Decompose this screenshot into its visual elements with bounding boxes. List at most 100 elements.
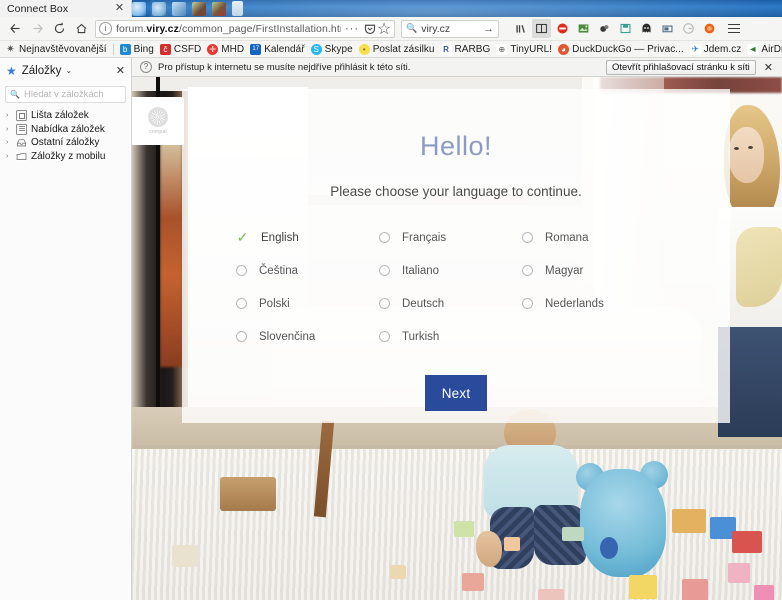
radio-icon[interactable] <box>236 331 247 342</box>
sidebar-item-mobile-bookmarks[interactable]: › Záložky z mobilu <box>4 150 131 164</box>
reader-view-icon[interactable] <box>532 19 551 38</box>
site-identity-icon[interactable]: i <box>99 22 112 35</box>
ghostery-icon[interactable] <box>637 19 656 38</box>
sidebar-item-other-bookmarks[interactable]: › Ostatní záložky <box>4 136 131 150</box>
language-label: Magyar <box>545 264 584 277</box>
page-title: Hello! <box>419 131 493 161</box>
taskbar-icon-3[interactable] <box>172 1 186 16</box>
screenshot-icon[interactable] <box>658 19 677 38</box>
jdem-icon: ✈ <box>689 43 701 55</box>
chevron-right-icon[interactable]: › <box>6 153 16 160</box>
search-icon: 🔍 <box>406 23 418 33</box>
chevron-right-icon[interactable]: › <box>6 112 16 119</box>
image-download-icon[interactable] <box>574 19 593 38</box>
bookmark-item[interactable]: S Skype <box>308 42 356 57</box>
radio-icon[interactable] <box>379 331 390 342</box>
bookmark-label: Jdem.cz <box>703 43 742 55</box>
bookmark-item[interactable]: 17 Kalendář <box>247 42 307 57</box>
other-bookmarks-icon <box>16 137 27 149</box>
sidebar-item-bookmarks-menu[interactable]: › Nabídka záložek <box>4 123 131 137</box>
address-bar[interactable]: i forum.viry.cz/common_page/FirstInstall… <box>95 19 395 38</box>
ublock-icon[interactable] <box>700 19 719 38</box>
bookmark-item[interactable]: ⊕ TinyURL! <box>493 42 555 57</box>
taskbar-icon-4[interactable] <box>192 1 206 16</box>
reload-button[interactable] <box>48 18 70 40</box>
bookmark-item[interactable]: R RARBG <box>438 42 494 57</box>
notification-message: Pro přístup k internetu se musíte nejdří… <box>158 61 411 73</box>
bookmark-item[interactable]: ✈ Jdem.cz <box>687 42 745 57</box>
sidebar-item-bookmarks-toolbar[interactable]: › Lišta záložek <box>4 109 131 123</box>
language-option-italiano[interactable]: Italiano <box>379 262 522 279</box>
bookmark-item[interactable]: ◕ DuckDuckGo — Privac... <box>555 42 687 57</box>
bookmark-item[interactable]: č CSFD <box>157 42 204 57</box>
bookmark-star-icon[interactable]: ☆ <box>377 21 391 38</box>
save-page-icon[interactable] <box>616 19 635 38</box>
chevron-right-icon[interactable]: › <box>6 139 16 146</box>
language-label: English <box>261 231 299 244</box>
forward-button[interactable] <box>26 18 48 40</box>
home-button[interactable] <box>70 18 92 40</box>
taskbar-icon-2[interactable] <box>152 1 166 16</box>
bookmarks-sidebar: ★ Záložky ⌄ ✕ 🔍 Hledat v záložkách › Liš… <box>0 58 132 600</box>
language-option-francais[interactable]: Français <box>379 229 522 246</box>
skype-icon: S <box>310 43 322 55</box>
page-subtitle: Please choose your language to continue. <box>330 184 582 199</box>
bookmark-item[interactable]: b Bing <box>117 42 157 57</box>
chevron-right-icon[interactable]: › <box>6 126 16 133</box>
taskbar-icon-5[interactable] <box>212 1 226 16</box>
radio-icon[interactable] <box>379 298 390 309</box>
bookmark-item[interactable]: • Poslat zásilku <box>356 42 438 57</box>
parcel-icon: • <box>358 43 370 55</box>
taskbar-icon-1[interactable] <box>132 1 146 16</box>
page-actions-icon[interactable]: ··· <box>341 23 363 35</box>
app-menu-button[interactable] <box>724 19 744 39</box>
notification-close-icon[interactable]: ✕ <box>764 61 773 74</box>
bookmark-label: Poslat zásilku <box>372 43 435 55</box>
bookmark-label: RARBG <box>454 43 491 55</box>
next-button-wrapper: Next <box>182 375 730 411</box>
language-option-polski[interactable]: Polski <box>236 295 379 312</box>
chevron-down-icon[interactable]: ⌄ <box>65 66 72 75</box>
bookmark-item[interactable]: ◄ AirDroid Web <box>744 42 782 57</box>
adblock-icon[interactable] <box>553 19 572 38</box>
search-input[interactable]: viry.cz <box>421 23 483 35</box>
grammar-icon[interactable] <box>679 19 698 38</box>
language-option-magyar[interactable]: Magyar <box>522 262 665 279</box>
language-option-turkish[interactable]: Turkish <box>379 328 522 345</box>
close-icon[interactable]: ✕ <box>114 3 125 14</box>
back-button[interactable] <box>4 18 26 40</box>
language-option-romana[interactable]: Romana <box>522 229 665 246</box>
radio-icon[interactable] <box>522 265 533 276</box>
language-label: Deutsch <box>402 297 445 310</box>
library-icon[interactable] <box>511 19 530 38</box>
radio-icon[interactable] <box>379 265 390 276</box>
radio-icon[interactable] <box>522 232 533 243</box>
language-option-english[interactable]: ✓ English <box>236 229 379 246</box>
bookmark-label: AirDroid Web <box>761 43 782 55</box>
bookmark-item[interactable]: ✛ MHD <box>204 42 247 57</box>
browser-tab[interactable]: Connect Box ✕ <box>0 0 132 17</box>
tinyurl-icon: ⊕ <box>496 43 508 55</box>
logo-mark-icon <box>148 107 168 127</box>
pocket-icon[interactable] <box>363 22 377 36</box>
sidebar-search-input[interactable]: 🔍 Hledat v záložkách <box>5 86 126 103</box>
check-icon: ✓ <box>236 229 249 245</box>
open-login-page-button[interactable]: Otevřít přihlašovací stránku k síti <box>605 59 756 75</box>
language-option-slovencina[interactable]: Slovenčina <box>236 328 379 345</box>
link-tool-icon[interactable] <box>595 19 614 38</box>
radio-icon[interactable] <box>379 232 390 243</box>
language-option-nederlands[interactable]: Nederlands <box>522 295 665 312</box>
taskbar-icon-6[interactable] <box>232 1 243 16</box>
star-icon: ✷ <box>6 43 15 55</box>
airdroid-icon: ◄ <box>747 43 759 55</box>
next-button[interactable]: Next <box>425 375 487 411</box>
radio-icon[interactable] <box>522 298 533 309</box>
language-option-cestina[interactable]: Čeština <box>236 262 379 279</box>
radio-icon[interactable] <box>236 265 247 276</box>
language-option-deutsch[interactable]: Deutsch <box>379 295 522 312</box>
search-bar[interactable]: 🔍 viry.cz → <box>401 19 499 38</box>
radio-icon[interactable] <box>236 298 247 309</box>
search-go-icon[interactable]: → <box>483 23 494 35</box>
sidebar-close-icon[interactable]: ✕ <box>116 64 125 77</box>
bookmark-item[interactable]: ✷ Nejnavštěvovanější <box>2 42 110 57</box>
